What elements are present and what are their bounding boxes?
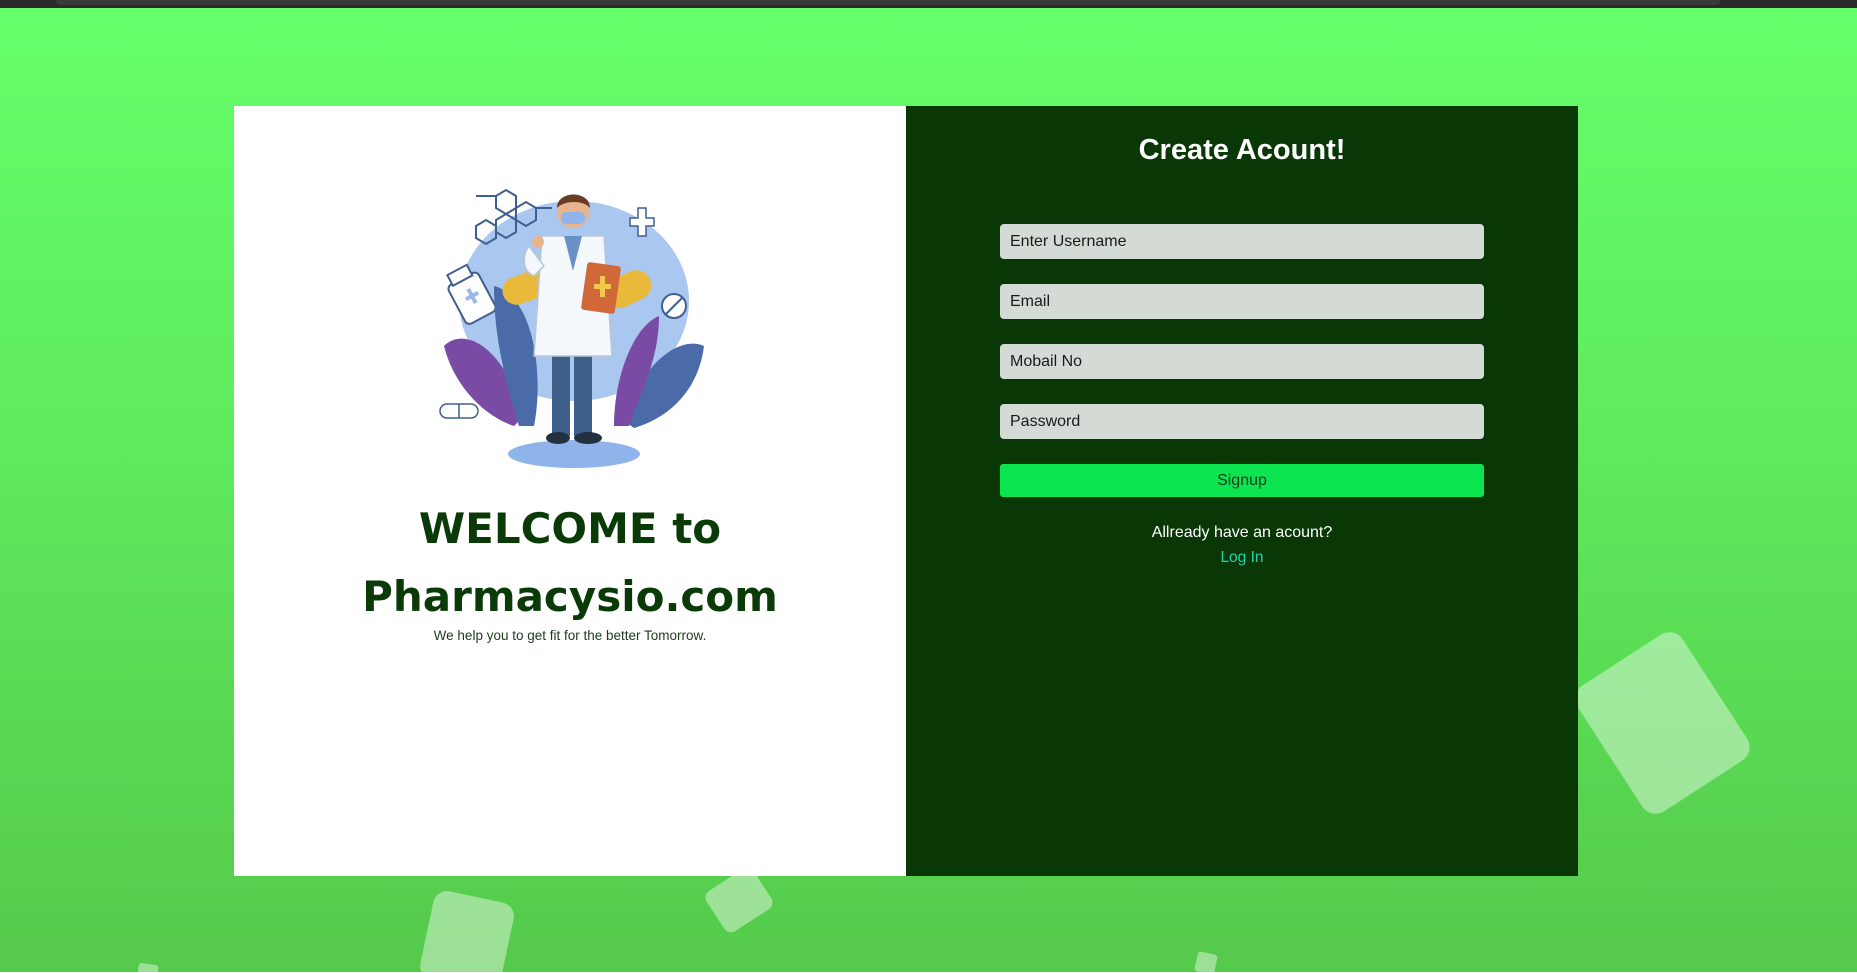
browser-tab-strip <box>56 0 1721 5</box>
welcome-heading-line1: WELCOME to <box>418 504 722 553</box>
email-input[interactable] <box>1000 284 1484 319</box>
browser-top-bar <box>0 0 1857 8</box>
welcome-heading-line2: Pharmacysio.com <box>362 572 778 621</box>
signup-button[interactable]: Signup <box>1000 464 1484 497</box>
have-account-text: Allready have an acount? <box>1151 524 1333 541</box>
welcome-panel: WELCOME to Pharmacysio.com We help you t… <box>234 106 906 876</box>
password-input[interactable] <box>1000 404 1484 439</box>
signup-card: WELCOME to Pharmacysio.com We help you t… <box>234 106 1578 876</box>
login-link-wrapper: Log In <box>906 549 1578 567</box>
decor-square <box>1194 951 1218 972</box>
form-title: Create Acount! <box>1138 134 1346 166</box>
welcome-tagline: We help you to get fit for the better To… <box>433 628 707 643</box>
decor-square <box>417 888 517 972</box>
decor-square <box>137 962 159 972</box>
mobile-input[interactable] <box>1000 344 1484 379</box>
pharmacist-illustration <box>439 188 704 468</box>
signup-form-panel: Create Acount! Signup Allready have an a… <box>906 106 1578 876</box>
username-input[interactable] <box>1000 224 1484 259</box>
decor-square <box>1569 626 1756 820</box>
login-link[interactable]: Log In <box>1220 549 1263 566</box>
